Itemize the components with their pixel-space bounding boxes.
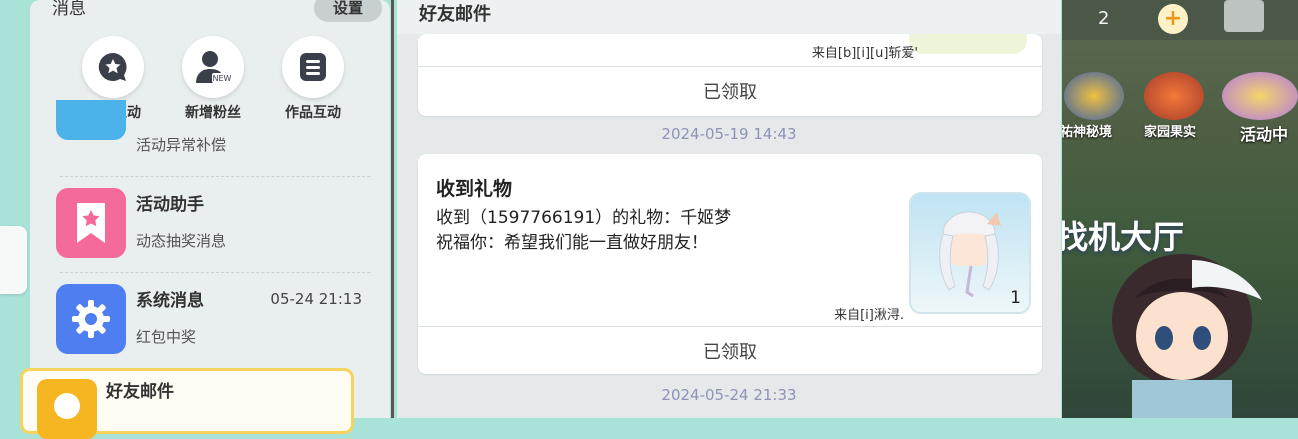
mail-header: 好友邮件: [397, 0, 1061, 34]
mail-title: 好友邮件: [419, 4, 491, 25]
activity-icon[interactable]: [1222, 72, 1298, 120]
mail-panel: 好友邮件 来自[b][i][u]斩爱' 已领取 2024-05-19 14:43…: [397, 0, 1061, 418]
game-icon-label: 家园果实: [1144, 125, 1197, 140]
messages-title: 消息: [52, 0, 86, 19]
conversation-friend-mail[interactable]: 好友邮件: [20, 368, 354, 439]
gear-icon: [56, 284, 126, 354]
mail-card: 收到礼物 收到（1597766191）的礼物：千姬梦 祝福你：希望我们能一直做好…: [418, 154, 1042, 374]
mail-body: 收到（1597766191）的礼物：千姬梦 祝福你：希望我们能一直做好朋友！: [436, 206, 731, 256]
mail-sender: 来自[i]湫浔.: [834, 308, 904, 323]
mail-sender: 来自[b][i][u]斩爱': [811, 46, 918, 61]
mail-card: 来自[b][i][u]斩爱' 已领取: [418, 34, 1042, 116]
settings-button[interactable]: 设置: [314, 0, 382, 22]
add-currency-button[interactable]: +: [1158, 4, 1188, 34]
conversation-activity-assistant[interactable]: 活动助手 动态抽奖消息: [38, 178, 374, 266]
conversation-activity-compensation[interactable]: 活动异常补偿: [38, 100, 374, 170]
mail-timestamp: 2024-05-24 21:33: [661, 386, 797, 404]
conversation-name: 活动助手: [136, 195, 204, 215]
divider: [60, 272, 370, 273]
conversation-preview: 活动异常补偿: [136, 136, 227, 154]
home-fruit-icon[interactable]: [1144, 72, 1204, 120]
conversation-preview: 动态抽奖消息: [136, 232, 227, 250]
side-tab[interactable]: [0, 226, 27, 294]
bookmark-star-icon: [56, 188, 126, 258]
mail-subject: 收到礼物: [436, 178, 513, 200]
conversation-name: 系统消息: [136, 291, 204, 311]
list-icon: [282, 36, 344, 98]
mail-icon[interactable]: [1224, 0, 1264, 32]
mail-body-line: 收到（1597766191）的礼物：千姬梦: [436, 208, 732, 228]
mail-icon: [56, 100, 126, 140]
game-background: 2 + 祐神秘境 家园果实 活动中 找机大厅: [1062, 0, 1298, 418]
conversation-system-messages[interactable]: 系统消息 05-24 21:13 红包中奖: [38, 274, 374, 362]
messages-panel: 消息 设置 动态互动 NEW 新增粉丝 作品互动 活动异常补偿 活动助手 动态抽…: [30, 0, 390, 418]
mail-timestamp: 2024-05-19 14:43: [661, 125, 797, 143]
gift-item-box[interactable]: 1: [909, 192, 1031, 314]
divider: [60, 176, 370, 177]
friend-icon: [37, 379, 97, 439]
claimed-button[interactable]: 已领取: [418, 326, 1042, 379]
secret-realm-icon[interactable]: [1064, 72, 1124, 120]
mail-body-line: 祝福你：希望我们能一直做好朋友！: [436, 233, 708, 253]
conversation-preview: 红包中奖: [136, 328, 197, 346]
chat-star-icon: [82, 36, 144, 98]
game-icon-label: 祐神秘境: [1062, 125, 1113, 140]
conversation-time: 05-24 21:13: [270, 290, 362, 308]
currency-bar: 2 +: [1062, 0, 1298, 40]
panel-divider: [391, 0, 394, 418]
game-icon-label: 活动中: [1240, 125, 1289, 144]
conversation-name: 好友邮件: [106, 382, 174, 402]
svg-text:NEW: NEW: [213, 74, 232, 83]
claimed-button[interactable]: 已领取: [418, 66, 1042, 119]
gift-quantity: 1: [1010, 288, 1021, 308]
coin-count: 2: [1098, 8, 1110, 29]
gift-item-box: [909, 34, 1027, 54]
new-follower-icon: NEW: [182, 36, 244, 98]
character-illustration: [1092, 240, 1272, 418]
